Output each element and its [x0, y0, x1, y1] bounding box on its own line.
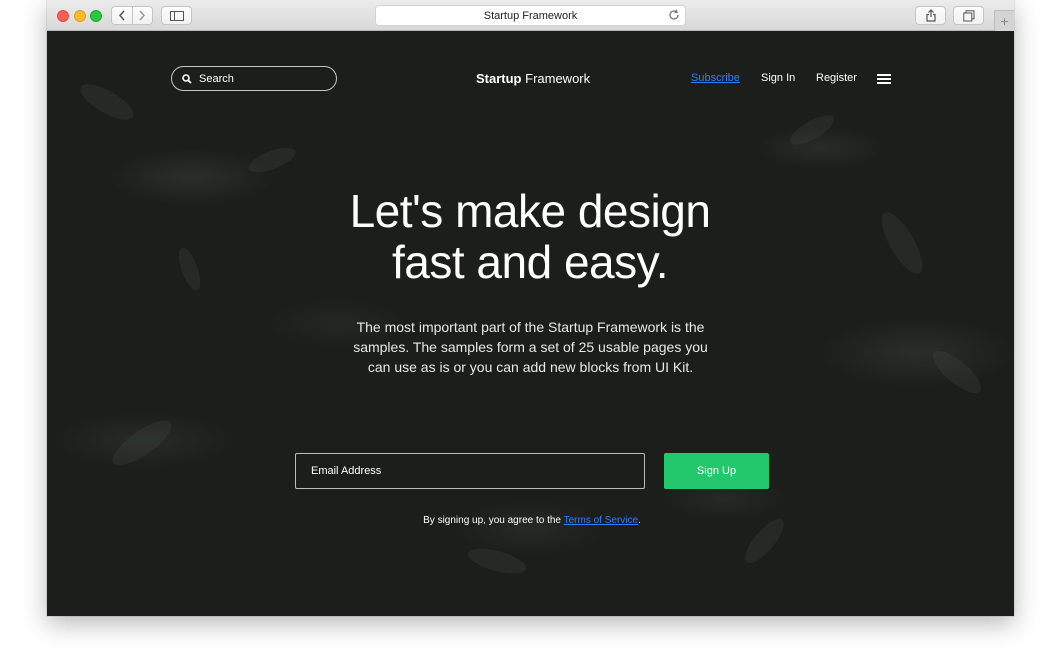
background-decoration — [106, 413, 178, 473]
menu-icon[interactable] — [877, 74, 891, 84]
search-input[interactable] — [199, 72, 319, 85]
background-decoration — [926, 344, 988, 400]
close-window-button[interactable] — [57, 10, 69, 22]
hero-section: Startup Framework Subscribe Sign In Regi… — [47, 31, 1014, 616]
register-link[interactable]: Register — [816, 72, 857, 84]
sign-in-link[interactable]: Sign In — [761, 72, 795, 84]
email-input[interactable] — [311, 465, 611, 477]
forward-icon[interactable] — [131, 7, 153, 24]
background-decoration — [245, 142, 299, 178]
search-box[interactable] — [171, 66, 337, 91]
terms-notice: By signing up, you agree to the Terms of… — [295, 515, 769, 526]
address-bar[interactable]: Startup Framework — [375, 5, 686, 26]
background-decoration — [785, 109, 839, 151]
browser-window: Startup Framework + Startup — [47, 0, 1014, 616]
minimize-window-button[interactable] — [74, 10, 86, 22]
terms-of-service-link[interactable]: Terms of Service — [564, 515, 638, 526]
search-icon — [182, 73, 192, 84]
share-icon[interactable] — [915, 6, 946, 25]
brand-logo[interactable]: Startup Framework — [476, 71, 590, 86]
headline-line-2: fast and easy. — [392, 236, 669, 288]
brand-light: Framework — [525, 71, 591, 86]
tabs-icon[interactable] — [953, 6, 984, 25]
history-nav — [111, 6, 153, 25]
new-tab-button[interactable]: + — [994, 10, 1014, 31]
terms-prefix: By signing up, you agree to the — [423, 515, 561, 526]
sidebar-icon[interactable] — [161, 6, 192, 25]
background-decoration — [174, 245, 205, 293]
reload-icon[interactable] — [668, 9, 680, 24]
headline-line-1: Let's make design — [349, 185, 711, 237]
browser-toolbar: Startup Framework + — [47, 0, 1014, 31]
subscribe-link[interactable]: Subscribe — [691, 72, 740, 84]
sign-up-button[interactable]: Sign Up — [664, 453, 769, 489]
zoom-window-button[interactable] — [90, 10, 102, 22]
background-decoration — [75, 77, 139, 127]
email-field[interactable] — [295, 453, 645, 489]
background-decoration — [465, 543, 529, 579]
back-icon[interactable] — [112, 7, 132, 24]
hero-headline: Let's make design fast and easy. — [230, 186, 830, 288]
background-decoration — [874, 206, 930, 280]
brand-bold: Startup — [476, 71, 522, 86]
terms-suffix: . — [638, 515, 641, 526]
address-title: Startup Framework — [483, 9, 578, 22]
hero-description: The most important part of the Startup F… — [353, 319, 708, 375]
